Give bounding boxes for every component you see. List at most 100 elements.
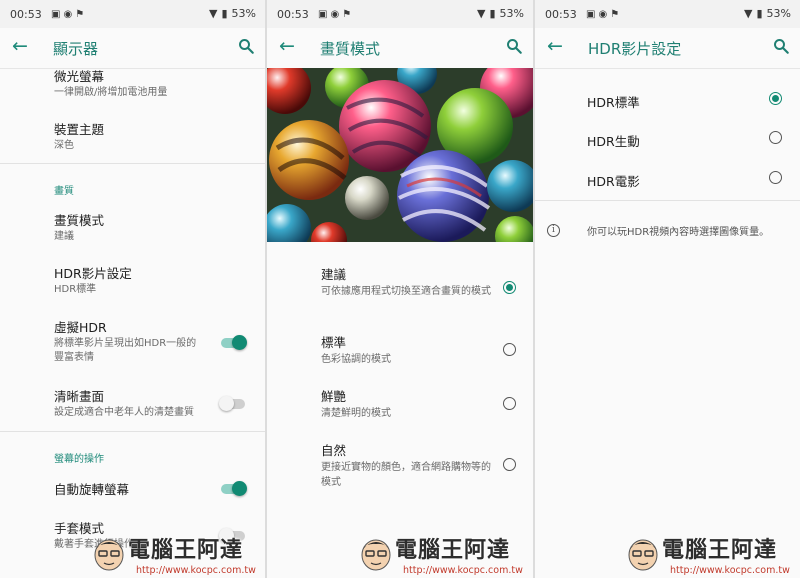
option-title: 建議 [321, 267, 347, 282]
option-summary: 更接近實物的顏色，適合網路購物等的模式 [321, 462, 491, 488]
option-title: 標準 [321, 335, 347, 350]
display-settings-screen: 00:53 ▣ ◉ ⚑ ▼ ▮ 53% ← 顯示器 微光螢幕 一律開啟/將增加電池用量 … [0, 0, 265, 578]
item-title: 自動旋轉螢幕 [54, 482, 130, 497]
watermark-url: http://www.kocpc.com.tw [670, 565, 790, 576]
hdr-option-vivid[interactable]: HDR生動 [587, 131, 640, 150]
item-summary: 將標準影片呈現出如HDR一般的豐富表情 [54, 338, 197, 363]
radio-natural[interactable] [503, 458, 516, 471]
sim-icon: ◉ [63, 9, 73, 20]
marbles-preview-image [267, 68, 533, 242]
watermark-url: http://www.kocpc.com.tw [136, 565, 256, 576]
image-icon: ▣ [586, 9, 596, 20]
option-summary: 清楚鮮明的模式 [321, 408, 391, 419]
status-right: ▼ ▮ 53% [473, 7, 524, 20]
app-bar: ← 畫質模式 [267, 28, 533, 69]
back-arrow-icon[interactable]: ← [12, 36, 28, 56]
page-title: HDR影片設定 [588, 40, 682, 58]
search-icon[interactable] [237, 37, 255, 55]
section-header-quality: 畫質 [54, 186, 74, 197]
notification-icons: ▣ ◉ ⚑ [586, 7, 622, 20]
app-bar: ← HDR影片設定 [535, 28, 800, 69]
radio-recommended[interactable] [503, 281, 516, 294]
status-bar: 00:53 ▣ ◉ ⚑ ▼ ▮ 53% [267, 0, 533, 28]
battery-icon: ▮ [221, 7, 228, 20]
watermark: 電腦王阿達 http://www.kocpc.com.tw [92, 532, 266, 578]
battery-percent: 53% [499, 7, 524, 20]
quality-option-natural[interactable]: 自然 更接近實物的顏色，適合網路購物等的模式 [321, 443, 491, 490]
divider [0, 431, 265, 432]
item-title: 裝置主題 [54, 122, 105, 137]
hdr-option-cinema[interactable]: HDR電影 [587, 171, 640, 190]
auto-rotate-item[interactable]: 自動旋轉螢幕 [54, 482, 205, 498]
status-bar: 00:53 ▣ ◉ ⚑ ▼ ▮ 53% [535, 0, 800, 28]
auto-rotate-toggle[interactable] [221, 480, 247, 496]
back-arrow-icon[interactable]: ← [279, 36, 295, 56]
battery-icon: ▮ [756, 7, 763, 20]
status-bar: 00:53 ▣ ◉ ⚑ ▼ ▮ 53% [0, 0, 265, 28]
item-title: 清晰畫面 [54, 389, 105, 404]
hdr-option-standard[interactable]: HDR標準 [587, 92, 640, 111]
radio-vivid[interactable] [503, 397, 516, 410]
item-title: 微光螢幕 [54, 69, 105, 84]
item-summary: HDR標準 [54, 284, 97, 295]
radio-hdr-standard[interactable] [769, 92, 782, 105]
quality-mode-screen: 00:53 ▣ ◉ ⚑ ▼ ▮ 53% ← 畫質模式 建議 可依據應用程式切換至… [267, 0, 533, 578]
hdr-video-item[interactable]: HDR影片設定 HDR標準 [54, 266, 205, 297]
virtual-hdr-item[interactable]: 虛擬HDR 將標準影片呈現出如HDR一般的豐富表情 [54, 320, 205, 365]
info-icon: i [547, 224, 560, 237]
quality-option-recommended[interactable]: 建議 可依據應用程式切換至適合畫質的模式 [321, 267, 491, 299]
settings-list: 微光螢幕 一律開啟/將增加電池用量 裝置主題 深色 畫質 畫質模式 建議 HDR… [0, 69, 265, 578]
virtual-hdr-toggle[interactable] [221, 334, 247, 350]
item-title: 畫質模式 [54, 213, 105, 228]
watermark-title: 電腦王阿達 [662, 538, 778, 563]
search-icon[interactable] [505, 37, 523, 55]
status-time: 00:53 [10, 8, 42, 21]
hdr-video-settings-screen: 00:53 ▣ ◉ ⚑ ▼ ▮ 53% ← HDR影片設定 HDR標準 HDR生動 HD… [535, 0, 800, 578]
search-icon[interactable] [772, 37, 790, 55]
image-icon: ▣ [318, 9, 328, 20]
flag-icon: ⚑ [75, 9, 85, 20]
page-title: 顯示器 [53, 40, 99, 58]
item-summary: 一律開啟/將增加電池用量 [54, 87, 168, 98]
watermark: 電腦王阿達 http://www.kocpc.com.tw [359, 532, 533, 578]
device-theme-item[interactable]: 裝置主題 深色 [54, 122, 205, 153]
watermark-url: http://www.kocpc.com.tw [403, 565, 523, 576]
screenshot-composite: 00:53 ▣ ◉ ⚑ ▼ ▮ 53% ← 顯示器 微光螢幕 一律開啟/將增加電池用量 … [0, 0, 800, 578]
sim-icon: ◉ [330, 9, 340, 20]
section-header-screen: 螢幕的操作 [54, 454, 104, 465]
watermark-title: 電腦王阿達 [395, 538, 511, 563]
watermark-title: 電腦王阿達 [128, 538, 244, 563]
sim-icon: ◉ [598, 9, 608, 20]
wifi-icon: ▼ [477, 7, 486, 20]
quality-mode-item[interactable]: 畫質模式 建議 [54, 213, 205, 244]
item-summary: 深色 [54, 140, 74, 151]
wifi-icon: ▼ [744, 7, 753, 20]
item-title: 虛擬HDR [54, 320, 107, 335]
item-summary: 建議 [54, 231, 74, 242]
watermark: 電腦王阿達 http://www.kocpc.com.tw [626, 532, 800, 578]
image-icon: ▣ [51, 9, 61, 20]
status-time: 00:53 [545, 8, 577, 21]
option-title: 自然 [321, 443, 347, 458]
clear-picture-item[interactable]: 清晰畫面 設定成適合中老年人的清楚畫質 [54, 389, 205, 420]
clear-picture-toggle[interactable] [219, 395, 247, 411]
back-arrow-icon[interactable]: ← [547, 36, 563, 56]
radio-hdr-vivid[interactable] [769, 131, 782, 144]
dim-screen-item[interactable]: 微光螢幕 一律開啟/將增加電池用量 [54, 69, 205, 100]
flag-icon: ⚑ [342, 9, 352, 20]
wifi-icon: ▼ [209, 7, 218, 20]
radio-hdr-cinema[interactable] [769, 171, 782, 184]
divider [0, 163, 265, 164]
mascot-logo [628, 539, 658, 571]
battery-percent: 53% [231, 7, 256, 20]
option-summary: 色彩協調的模式 [321, 354, 391, 365]
radio-standard[interactable] [503, 343, 516, 356]
flag-icon: ⚑ [610, 9, 620, 20]
quality-option-vivid[interactable]: 鮮艷 清楚鮮明的模式 [321, 389, 491, 421]
item-title: HDR影片設定 [54, 266, 132, 281]
mascot-logo [361, 539, 391, 571]
divider [535, 200, 800, 201]
item-summary: 設定成適合中老年人的清楚畫質 [54, 407, 194, 418]
quality-option-standard[interactable]: 標準 色彩協調的模式 [321, 335, 491, 367]
status-right: ▼ ▮ 53% [205, 7, 256, 20]
